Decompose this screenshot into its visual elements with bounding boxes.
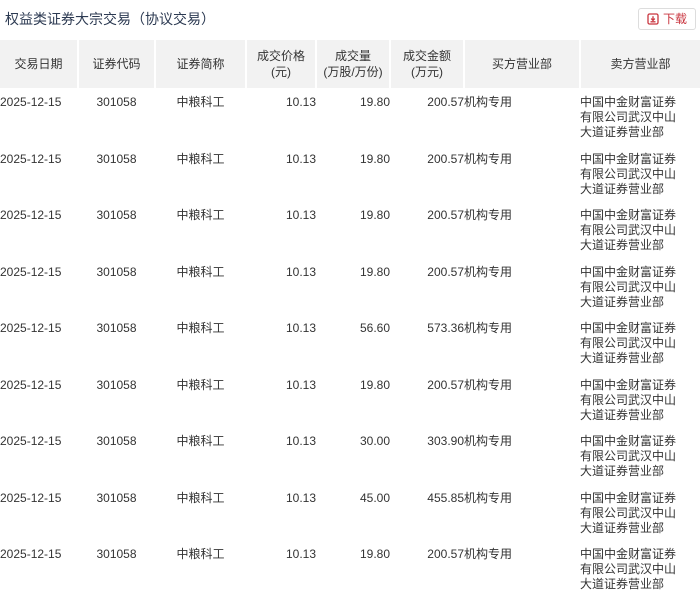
cell-buyer-branch: 机构专用 — [464, 434, 513, 448]
cell-security-code: 301058 — [96, 490, 137, 505]
cell-buyer-branch: 机构专用 — [464, 547, 513, 561]
cell-price: 10.13 — [285, 95, 316, 109]
table-row: 2025-12-15 301058 中粮科工 10.13 19.80 200.57 机构专用… — [0, 540, 700, 597]
cell-price: 10.13 — [285, 377, 316, 392]
cell-seller-branch: 中国中金财富证券 有限公司武汉中山 大道证券营业部 — [580, 208, 677, 252]
cell-price: 10.13 — [285, 264, 316, 279]
cell-buyer-branch: 机构专用 — [464, 95, 513, 109]
col-header-security-code: 证券代码 — [78, 40, 156, 88]
table-body: 2025-12-15 301058 中粮科工 10.13 19.80 200.57 机构专用… — [0, 88, 700, 597]
cell-volume: 56.60 — [359, 321, 390, 335]
table-row: 2025-12-15 301058 中粮科工 10.13 19.80 200.57 机构专用… — [0, 258, 700, 315]
table-row: 2025-12-15 301058 中粮科工 10.13 45.00 455.85 机构专用… — [0, 484, 700, 541]
cell-volume: 45.00 — [359, 490, 390, 505]
cell-seller-branch: 中国中金财富证券 有限公司武汉中山 大道证券营业部 — [580, 151, 677, 196]
table-row: 2025-12-15 301058 中粮科工 10.13 19.80 200.57 机构专用… — [0, 88, 700, 145]
cell-trade-date: 2025-12-15 — [0, 490, 62, 505]
cell-security-code: 301058 — [96, 434, 137, 448]
cell-trade-date: 2025-12-15 — [0, 547, 62, 561]
cell-volume: 19.80 — [359, 377, 390, 392]
cell-volume: 19.80 — [359, 151, 390, 166]
cell-amount: 200.57 — [427, 151, 464, 166]
cell-trade-date: 2025-12-15 — [0, 208, 62, 222]
cell-volume: 19.80 — [359, 208, 390, 222]
top-bar: 权益类证券大宗交易（协议交易） 下载 — [0, 0, 700, 40]
cell-buyer-branch: 机构专用 — [464, 490, 513, 505]
cell-amount: 455.85 — [427, 490, 464, 505]
cell-buyer-branch: 机构专用 — [464, 321, 513, 335]
table-row: 2025-12-15 301058 中粮科工 10.13 19.80 200.57 机构专用… — [0, 371, 700, 428]
cell-security-name: 中粮科工 — [176, 434, 225, 448]
cell-volume: 19.80 — [359, 95, 390, 109]
col-header-volume: 成交量 (万股/万份) — [316, 40, 391, 88]
cell-security-code: 301058 — [96, 377, 137, 392]
cell-amount: 200.57 — [427, 264, 464, 279]
table-row: 2025-12-15 301058 中粮科工 10.13 19.80 200.57 机构专用… — [0, 145, 700, 202]
col-header-security-name: 证券简称 — [155, 40, 247, 88]
cell-seller-branch: 中国中金财富证券 有限公司武汉中山 大道证券营业部 — [580, 490, 677, 535]
cell-seller-branch: 中国中金财富证券 有限公司武汉中山 大道证券营业部 — [580, 95, 677, 139]
col-header-seller-branch: 卖方营业部 — [580, 40, 700, 88]
cell-volume: 19.80 — [359, 264, 390, 279]
cell-amount: 200.57 — [427, 208, 464, 222]
cell-security-code: 301058 — [96, 95, 137, 109]
col-header-price: 成交价格 (元) — [246, 40, 317, 88]
cell-security-name: 中粮科工 — [176, 490, 225, 505]
cell-trade-date: 2025-12-15 — [0, 264, 62, 279]
page-title: 权益类证券大宗交易（协议交易） — [5, 11, 215, 27]
cell-amount: 200.57 — [427, 377, 464, 392]
cell-seller-branch: 中国中金财富证券 有限公司武汉中山 大道证券营业部 — [580, 547, 677, 591]
cell-trade-date: 2025-12-15 — [0, 151, 62, 166]
cell-seller-branch: 中国中金财富证券 有限公司武汉中山 大道证券营业部 — [580, 321, 677, 365]
table-row: 2025-12-15 301058 中粮科工 10.13 30.00 303.90 机构专用… — [0, 427, 700, 484]
cell-price: 10.13 — [285, 434, 316, 448]
cell-volume: 19.80 — [359, 547, 390, 561]
table-header: 交易日期 证券代码 证券简称 成交价格 (元) 成交量 (万股/万份) 成交金额 (万元) 买方营… — [0, 40, 700, 88]
cell-amount: 200.57 — [427, 95, 464, 109]
cell-security-name: 中粮科工 — [176, 547, 225, 561]
cell-buyer-branch: 机构专用 — [464, 208, 513, 222]
cell-buyer-branch: 机构专用 — [464, 377, 513, 392]
cell-trade-date: 2025-12-15 — [0, 377, 62, 392]
cell-amount: 573.36 — [427, 321, 464, 335]
cell-seller-branch: 中国中金财富证券 有限公司武汉中山 大道证券营业部 — [580, 264, 677, 309]
download-button[interactable]: 下载 — [637, 8, 696, 30]
cell-volume: 30.00 — [359, 434, 390, 448]
download-button-label: 下载 — [662, 12, 687, 26]
cell-amount: 303.90 — [427, 434, 464, 448]
table-row: 2025-12-15 301058 中粮科工 10.13 19.80 200.57 机构专用… — [0, 201, 700, 258]
cell-amount: 200.57 — [427, 547, 464, 561]
cell-security-code: 301058 — [96, 208, 137, 222]
col-header-trade-date: 交易日期 — [0, 40, 79, 88]
cell-trade-date: 2025-12-15 — [0, 95, 62, 109]
col-header-buyer-branch: 买方营业部 — [464, 40, 581, 88]
cell-security-name: 中粮科工 — [176, 321, 225, 335]
cell-buyer-branch: 机构专用 — [464, 264, 513, 279]
col-header-amount: 成交金额 (万元) — [390, 40, 465, 88]
cell-trade-date: 2025-12-15 — [0, 434, 62, 448]
cell-price: 10.13 — [285, 490, 316, 505]
cell-price: 10.13 — [285, 321, 316, 335]
cell-buyer-branch: 机构专用 — [464, 151, 513, 166]
cell-seller-branch: 中国中金财富证券 有限公司武汉中山 大道证券营业部 — [580, 377, 677, 422]
cell-price: 10.13 — [285, 151, 316, 166]
cell-security-name: 中粮科工 — [176, 208, 225, 222]
cell-security-name: 中粮科工 — [176, 151, 225, 166]
cell-security-code: 301058 — [96, 151, 137, 166]
cell-price: 10.13 — [285, 547, 316, 561]
cell-security-code: 301058 — [96, 321, 137, 335]
download-file-icon — [647, 13, 659, 25]
table-row: 2025-12-15 301058 中粮科工 10.13 56.60 573.36 机构专用… — [0, 314, 700, 371]
cell-trade-date: 2025-12-15 — [0, 321, 62, 335]
cell-security-code: 301058 — [96, 264, 137, 279]
cell-security-name: 中粮科工 — [176, 95, 225, 109]
cell-security-name: 中粮科工 — [176, 264, 225, 279]
cell-security-code: 301058 — [96, 547, 137, 561]
block-trades-table: 交易日期 证券代码 证券简称 成交价格 (元) 成交量 (万股/万份) 成交金额 (万元) 买方营… — [0, 40, 700, 597]
cell-price: 10.13 — [285, 208, 316, 222]
cell-security-name: 中粮科工 — [176, 377, 225, 392]
cell-seller-branch: 中国中金财富证券 有限公司武汉中山 大道证券营业部 — [580, 434, 677, 478]
